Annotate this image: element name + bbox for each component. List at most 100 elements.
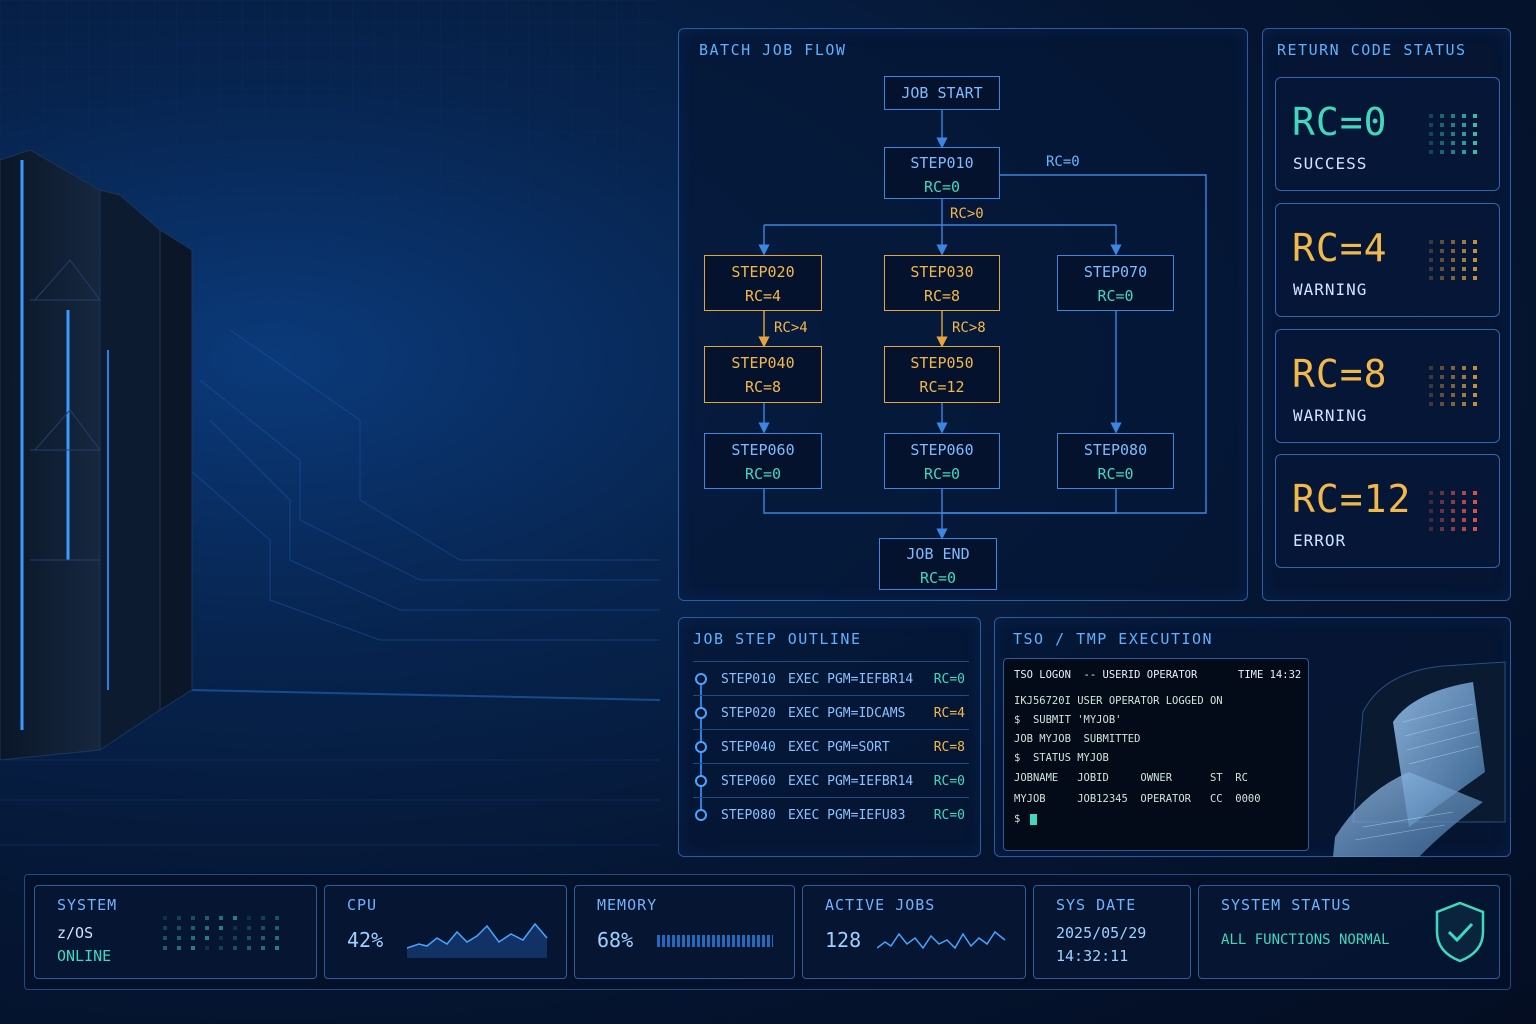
dot <box>1462 150 1466 154</box>
dot <box>1429 393 1433 397</box>
dot <box>1451 123 1455 127</box>
dot <box>163 946 167 950</box>
timeline-node-icon <box>695 809 707 821</box>
dot <box>1462 114 1466 118</box>
dot <box>1429 240 1433 244</box>
outline-rc: RC=4 <box>933 706 965 721</box>
terminal-line: MYJOB JOB12345 OPERATOR CC 0000 <box>1014 793 1261 805</box>
dot <box>177 916 181 920</box>
dot <box>1473 518 1477 522</box>
timeline-node-icon <box>695 741 707 753</box>
rc-value: RC=0 <box>1292 100 1388 144</box>
step-rc: RC=12 <box>919 378 965 396</box>
dot <box>1451 114 1455 118</box>
step-rc: RC=4 <box>744 287 782 305</box>
outline-row[interactable]: STEP080 EXEC PGM=IEFU83 RC=0 <box>693 797 969 831</box>
step-name: STEP050 <box>910 354 974 372</box>
cpu-sparkline <box>407 922 548 958</box>
step-name: STEP040 <box>731 354 795 372</box>
dot <box>219 946 223 950</box>
dot <box>1440 141 1444 145</box>
rc-card-success: RC=0 SUCCESS <box>1275 77 1500 191</box>
rc-card-warning-8: RC=8 WARNING <box>1275 329 1500 443</box>
dot <box>1440 384 1444 388</box>
step070-node: STEP070 RC=0 <box>1057 255 1174 311</box>
memory-value: 68% <box>597 928 634 952</box>
dot <box>1440 150 1444 154</box>
dot <box>163 926 167 930</box>
outline-row[interactable]: STEP020 EXEC PGM=IDCAMS RC=4 <box>693 695 969 729</box>
outline-exec: EXEC PGM=IDCAMS <box>788 706 906 721</box>
outline-row[interactable]: STEP010 EXEC PGM=IEFBR14 RC=0 <box>693 661 969 695</box>
dot <box>1429 527 1433 531</box>
dot <box>1429 258 1433 262</box>
dot <box>1440 527 1444 531</box>
dot <box>261 946 265 950</box>
timeline-node-icon <box>695 775 707 787</box>
terminal-line: JOB MYJOB SUBMITTED <box>1014 733 1141 745</box>
dot <box>1473 366 1477 370</box>
dot <box>205 946 209 950</box>
job-step-outline-title: JOB STEP OUTLINE <box>693 630 862 648</box>
dot <box>1462 509 1466 513</box>
signal-dots-icon <box>1429 491 1483 537</box>
job-start-node: JOB START <box>884 76 1000 110</box>
step060a-node: STEP060 RC=0 <box>704 433 822 489</box>
dot <box>1451 527 1455 531</box>
dot <box>1429 402 1433 406</box>
dot <box>1473 114 1477 118</box>
dot <box>219 926 223 930</box>
stat-memory: MEMORY 68% <box>574 885 795 979</box>
dot <box>275 916 279 920</box>
dot <box>1440 114 1444 118</box>
dot <box>247 946 251 950</box>
dot <box>247 916 251 920</box>
dot <box>1429 132 1433 136</box>
step-rc: RC=0 <box>1097 465 1134 483</box>
rc-card-error: RC=12 ERROR <box>1275 454 1500 568</box>
outline-row[interactable]: STEP060 EXEC PGM=IEFBR14 RC=0 <box>693 763 969 797</box>
dot <box>1451 509 1455 513</box>
dot <box>1429 114 1433 118</box>
dot <box>1451 393 1455 397</box>
job-end-label: JOB END <box>906 545 970 563</box>
dot <box>1462 393 1466 397</box>
outline-step: STEP040 <box>721 740 776 755</box>
dot <box>1451 267 1455 271</box>
dot <box>1462 258 1466 262</box>
dot <box>1473 276 1477 280</box>
flow-label-rc-gt0: RC>0 <box>950 206 984 222</box>
system-dots-icon <box>163 916 293 956</box>
dot <box>1429 500 1433 504</box>
dot <box>1462 500 1466 504</box>
tso-execution-panel: TSO / TMP EXECUTION TSO LOGON -- USERID … <box>994 617 1511 857</box>
flow-label-rc-gt8: RC>8 <box>952 320 986 336</box>
dot <box>1451 384 1455 388</box>
dot <box>1451 240 1455 244</box>
step-name: STEP070 <box>1083 263 1148 281</box>
dot <box>1440 249 1444 253</box>
dot <box>1440 500 1444 504</box>
tso-terminal[interactable]: TSO LOGON -- USERID OPERATOR TIME 14:32 … <box>1003 658 1309 851</box>
cursor-icon <box>1030 814 1037 825</box>
return-code-status-title: RETURN CODE STATUS <box>1277 41 1467 59</box>
terminal-time: TIME 14:32 <box>1238 669 1302 681</box>
step-name: STEP060 <box>910 441 974 459</box>
dot <box>233 946 237 950</box>
dot <box>1462 402 1466 406</box>
step020-node: STEP020 RC=4 <box>704 255 822 311</box>
dot <box>1451 366 1455 370</box>
dot <box>1462 527 1466 531</box>
stat-label: CPU <box>347 896 378 914</box>
dot <box>1473 141 1477 145</box>
stat-label: MEMORY <box>597 896 658 914</box>
terminal-line: IKJ56720I USER OPERATOR LOGGED ON <box>1014 695 1223 707</box>
dot <box>233 916 237 920</box>
outline-row[interactable]: STEP040 EXEC PGM=SORT RC=8 <box>693 729 969 763</box>
dot <box>1473 393 1477 397</box>
outline-exec: EXEC PGM=IEFBR14 <box>788 774 914 789</box>
dot <box>205 936 209 940</box>
outline-rc: RC=0 <box>933 774 965 789</box>
dot <box>1462 276 1466 280</box>
stat-sys-date: SYS DATE 2025/05/29 14:32:11 <box>1033 885 1191 979</box>
